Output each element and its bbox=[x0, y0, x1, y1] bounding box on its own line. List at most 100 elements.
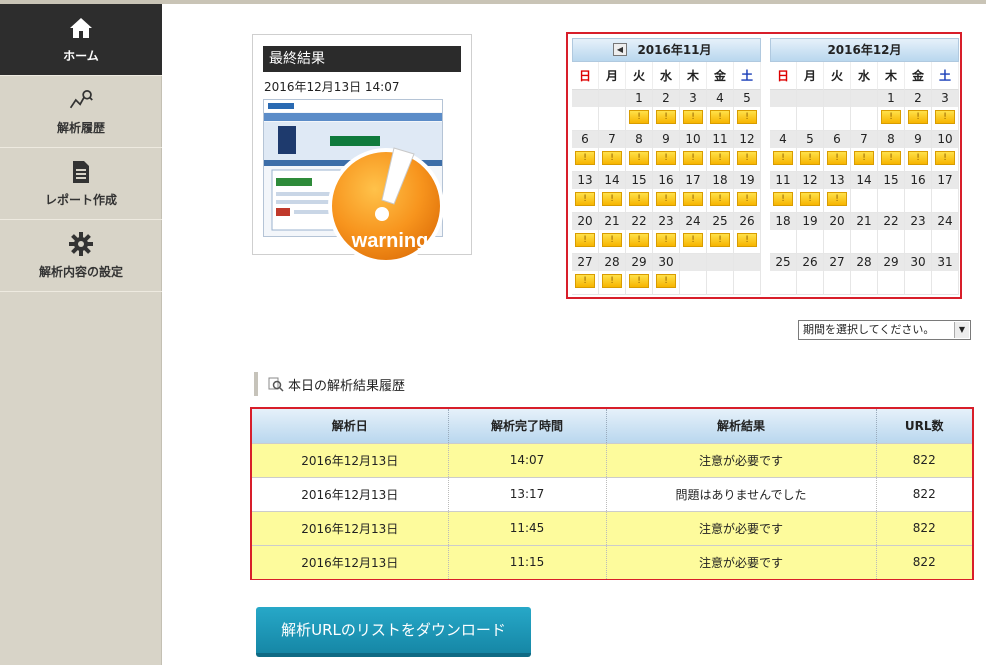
calendar-day[interactable]: 16 bbox=[905, 172, 932, 213]
warning-marker-icon[interactable]: ! bbox=[908, 151, 928, 165]
calendar-day[interactable]: 18 bbox=[770, 213, 797, 254]
warning-marker-icon[interactable]: ! bbox=[683, 233, 703, 247]
calendar-day[interactable]: 2! bbox=[653, 90, 680, 131]
warning-marker-icon[interactable]: ! bbox=[710, 233, 730, 247]
warning-marker-icon[interactable]: ! bbox=[737, 110, 757, 124]
warning-marker-icon[interactable]: ! bbox=[575, 274, 595, 288]
calendar-day[interactable]: 30 bbox=[905, 254, 932, 295]
warning-marker-icon[interactable]: ! bbox=[656, 151, 676, 165]
calendar-day[interactable]: 9! bbox=[905, 131, 932, 172]
warning-marker-icon[interactable]: ! bbox=[602, 151, 622, 165]
calendar-day[interactable]: 5! bbox=[797, 131, 824, 172]
calendar-day[interactable]: 19! bbox=[734, 172, 761, 213]
table-row[interactable]: 2016年12月13日 14:07 注意が必要です 822 bbox=[252, 442, 972, 477]
calendar-day[interactable]: 9! bbox=[653, 131, 680, 172]
calendar-day[interactable]: 12! bbox=[734, 131, 761, 172]
calendar-day[interactable]: 3! bbox=[680, 90, 707, 131]
calendar-day[interactable]: 15 bbox=[878, 172, 905, 213]
calendar-day[interactable]: 16! bbox=[653, 172, 680, 213]
warning-marker-icon[interactable]: ! bbox=[575, 151, 595, 165]
calendar-day[interactable]: 1! bbox=[626, 90, 653, 131]
calendar-day[interactable]: 15! bbox=[626, 172, 653, 213]
sidebar-item-settings[interactable]: 解析内容の設定 bbox=[0, 220, 162, 292]
calendar-day[interactable]: 25! bbox=[707, 213, 734, 254]
warning-marker-icon[interactable]: ! bbox=[656, 110, 676, 124]
calendar-day[interactable]: 8! bbox=[878, 131, 905, 172]
warning-marker-icon[interactable]: ! bbox=[710, 192, 730, 206]
warning-marker-icon[interactable]: ! bbox=[656, 233, 676, 247]
calendar-day[interactable]: 24 bbox=[932, 213, 959, 254]
calendar-day[interactable]: 27 bbox=[824, 254, 851, 295]
warning-marker-icon[interactable]: ! bbox=[800, 151, 820, 165]
calendar-day[interactable]: 6! bbox=[824, 131, 851, 172]
period-select[interactable]: 期間を選択してください。 ▼ bbox=[798, 320, 971, 340]
prev-month-button[interactable]: ◀ bbox=[613, 43, 627, 56]
calendar-day[interactable]: 20! bbox=[572, 213, 599, 254]
warning-marker-icon[interactable]: ! bbox=[602, 192, 622, 206]
calendar-day[interactable]: 29 bbox=[878, 254, 905, 295]
calendar-day[interactable]: 22! bbox=[626, 213, 653, 254]
warning-marker-icon[interactable]: ! bbox=[575, 233, 595, 247]
calendar-day[interactable]: 26 bbox=[797, 254, 824, 295]
warning-marker-icon[interactable]: ! bbox=[656, 192, 676, 206]
warning-marker-icon[interactable]: ! bbox=[737, 233, 757, 247]
warning-marker-icon[interactable]: ! bbox=[629, 110, 649, 124]
calendar-day[interactable]: 11! bbox=[707, 131, 734, 172]
calendar-day[interactable]: 2! bbox=[905, 90, 932, 131]
warning-marker-icon[interactable]: ! bbox=[827, 151, 847, 165]
warning-marker-icon[interactable]: ! bbox=[710, 110, 730, 124]
calendar-day[interactable]: 13! bbox=[572, 172, 599, 213]
calendar-day[interactable]: 31 bbox=[932, 254, 959, 295]
warning-marker-icon[interactable]: ! bbox=[737, 151, 757, 165]
warning-marker-icon[interactable]: ! bbox=[881, 151, 901, 165]
warning-marker-icon[interactable]: ! bbox=[656, 274, 676, 288]
warning-marker-icon[interactable]: ! bbox=[683, 110, 703, 124]
warning-marker-icon[interactable]: ! bbox=[800, 192, 820, 206]
calendar-day[interactable]: 22 bbox=[878, 213, 905, 254]
calendar-day[interactable]: 23! bbox=[653, 213, 680, 254]
chevron-down-icon[interactable]: ▼ bbox=[954, 322, 969, 338]
calendar-day[interactable]: 4! bbox=[707, 90, 734, 131]
calendar-day[interactable]: 4! bbox=[770, 131, 797, 172]
warning-marker-icon[interactable]: ! bbox=[881, 110, 901, 124]
calendar-day[interactable]: 12! bbox=[797, 172, 824, 213]
calendar-day[interactable]: 10! bbox=[680, 131, 707, 172]
sidebar-item-report[interactable]: レポート作成 bbox=[0, 148, 162, 220]
calendar-day[interactable]: 26! bbox=[734, 213, 761, 254]
calendar-day[interactable]: 1! bbox=[878, 90, 905, 131]
warning-marker-icon[interactable]: ! bbox=[683, 151, 703, 165]
calendar-day[interactable]: 6! bbox=[572, 131, 599, 172]
calendar-day[interactable]: 28 bbox=[851, 254, 878, 295]
calendar-day[interactable]: 13! bbox=[824, 172, 851, 213]
warning-marker-icon[interactable]: ! bbox=[683, 192, 703, 206]
warning-marker-icon[interactable]: ! bbox=[710, 151, 730, 165]
calendar-day[interactable]: 30! bbox=[653, 254, 680, 295]
calendar-day[interactable]: 24! bbox=[680, 213, 707, 254]
warning-marker-icon[interactable]: ! bbox=[773, 192, 793, 206]
calendar-day[interactable]: 28! bbox=[599, 254, 626, 295]
sidebar-item-home[interactable]: ホーム bbox=[0, 4, 162, 76]
warning-marker-icon[interactable]: ! bbox=[629, 192, 649, 206]
calendar-day[interactable]: 21 bbox=[851, 213, 878, 254]
warning-marker-icon[interactable]: ! bbox=[773, 151, 793, 165]
warning-marker-icon[interactable]: ! bbox=[629, 151, 649, 165]
calendar-day[interactable]: 18! bbox=[707, 172, 734, 213]
calendar-day[interactable]: 8! bbox=[626, 131, 653, 172]
warning-marker-icon[interactable]: ! bbox=[935, 151, 955, 165]
calendar-day[interactable]: 21! bbox=[599, 213, 626, 254]
warning-marker-icon[interactable]: ! bbox=[602, 233, 622, 247]
calendar-day[interactable]: 20 bbox=[824, 213, 851, 254]
calendar-day[interactable]: 10! bbox=[932, 131, 959, 172]
table-row[interactable]: 2016年12月13日 13:17 問題はありませんでした 822 bbox=[252, 476, 972, 511]
warning-marker-icon[interactable]: ! bbox=[854, 151, 874, 165]
warning-marker-icon[interactable]: ! bbox=[935, 110, 955, 124]
calendar-day[interactable]: 5! bbox=[734, 90, 761, 131]
calendar-day[interactable]: 23 bbox=[905, 213, 932, 254]
calendar-day[interactable]: 3! bbox=[932, 90, 959, 131]
warning-marker-icon[interactable]: ! bbox=[629, 233, 649, 247]
calendar-day[interactable]: 25 bbox=[770, 254, 797, 295]
warning-marker-icon[interactable]: ! bbox=[602, 274, 622, 288]
table-row[interactable]: 2016年12月13日 11:15 注意が必要です 822 bbox=[252, 544, 972, 579]
calendar-day[interactable]: 29! bbox=[626, 254, 653, 295]
calendar-day[interactable]: 7! bbox=[851, 131, 878, 172]
